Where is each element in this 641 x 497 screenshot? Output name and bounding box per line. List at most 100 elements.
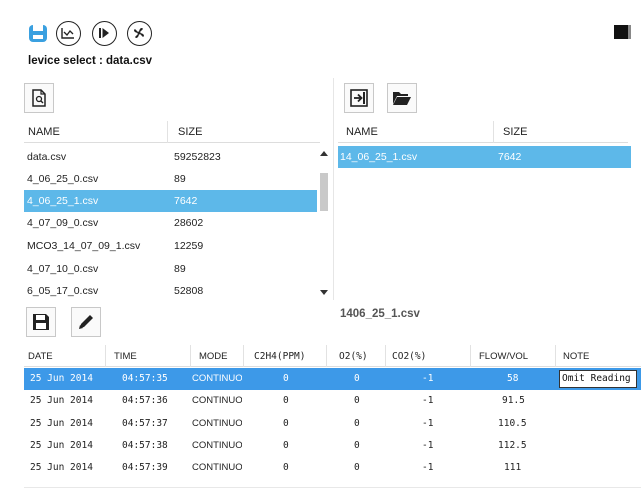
file-search-icon — [32, 89, 46, 107]
cell-o2: 0 — [354, 418, 360, 429]
file-name: 6_05_17_0.csv — [27, 285, 99, 297]
list-item-selected[interactable]: 4_06_25_1.csv 7642 — [24, 190, 317, 212]
column-header-size[interactable]: SIZE — [503, 126, 527, 138]
column-header-o2[interactable]: O2(%) — [339, 351, 368, 362]
cell-co2: -1 — [422, 440, 434, 451]
cell-time: 04:57:36 — [122, 395, 168, 406]
list-item[interactable]: 4_07_10_0.csv 89 — [24, 258, 317, 280]
window-control-icon[interactable] — [614, 25, 631, 39]
column-header-name[interactable]: NAME — [346, 126, 378, 138]
save-disk-icon[interactable] — [24, 20, 52, 46]
cell-co2: -1 — [422, 395, 434, 406]
column-header-note[interactable]: NOTE — [563, 351, 589, 362]
list-item[interactable]: 4_06_25_0.csv 89 — [24, 168, 317, 190]
import-button[interactable] — [344, 83, 374, 113]
file-name: 4_07_09_0.csv — [27, 217, 99, 229]
cell-mode: CONTINUOU — [192, 395, 242, 406]
scroll-down-arrow-icon[interactable] — [320, 290, 328, 295]
cell-o2: 0 — [354, 373, 360, 384]
app-window: levice select : data.csv NAME SIZE data.… — [0, 0, 641, 497]
file-size: 7642 — [498, 151, 522, 163]
table-row[interactable]: 25 Jun 2014 04:57:38 CONTINUOU 0 0 -1 11… — [24, 435, 641, 457]
cell-flow-vol: 111 — [504, 462, 522, 473]
column-header-time[interactable]: TIME — [114, 351, 137, 362]
table-row[interactable]: 25 Jun 2014 04:57:36 CONTINUOU 0 0 -1 91… — [24, 390, 641, 412]
cell-c2h4: 0 — [283, 395, 289, 406]
column-header-name[interactable]: NAME — [28, 126, 60, 138]
cell-mode: CONTINUOU — [192, 440, 242, 451]
file-name: 4_06_25_1.csv — [27, 195, 99, 207]
column-header-flow-vol[interactable]: FLOW/VOL — [479, 351, 528, 362]
right-file-list-header: NAME SIZE — [338, 121, 628, 143]
open-file-button[interactable] — [24, 83, 54, 113]
cell-date: 25 Jun 2014 — [30, 395, 93, 406]
list-item-selected[interactable]: 14_06_25_1.csv 7642 — [338, 146, 631, 168]
list-item[interactable]: 4_07_09_0.csv 28602 — [24, 212, 317, 234]
panel-divider — [333, 78, 334, 300]
file-size: 89 — [174, 263, 186, 275]
cell-co2: -1 — [422, 373, 434, 384]
cell-c2h4: 0 — [283, 462, 289, 473]
file-size: 12259 — [174, 240, 204, 252]
pencil-icon — [79, 315, 93, 329]
file-size: 28602 — [174, 217, 204, 229]
file-size: 59252823 — [174, 151, 221, 163]
folder-open-icon — [393, 92, 411, 105]
import-icon — [350, 89, 368, 107]
cell-time: 04:57:39 — [122, 462, 168, 473]
file-list-scrollbar[interactable] — [317, 146, 329, 302]
play-step-button[interactable] — [90, 20, 118, 46]
cell-mode: CONTINUOU — [192, 373, 242, 384]
list-item[interactable]: 6_05_17_0.csv 52808 — [24, 280, 317, 302]
save-button[interactable] — [26, 307, 56, 337]
cell-time: 04:57:37 — [122, 418, 168, 429]
file-name: 4_07_10_0.csv — [27, 263, 99, 275]
cell-date: 25 Jun 2014 — [30, 440, 93, 451]
fan-icon — [126, 20, 152, 46]
table-bottom-border — [24, 487, 641, 488]
cell-flow-vol: 91.5 — [502, 395, 525, 406]
current-file-label: 1406_25_1.csv — [340, 308, 420, 320]
list-item[interactable]: MCO3_14_07_09_1.csv 12259 — [24, 235, 317, 257]
cell-co2: -1 — [422, 462, 434, 473]
file-name: 14_06_25_1.csv — [340, 151, 418, 163]
cell-flow-vol: 110.5 — [498, 418, 527, 429]
column-header-size[interactable]: SIZE — [178, 126, 202, 138]
list-item[interactable]: data.csv 59252823 — [24, 146, 317, 168]
file-size: 7642 — [174, 195, 198, 207]
scrollbar-thumb[interactable] — [320, 173, 328, 211]
open-folder-button[interactable] — [387, 83, 417, 113]
file-name: MCO3_14_07_09_1.csv — [27, 240, 141, 252]
table-row-selected[interactable]: 25 Jun 2014 04:57:35 CONTINUOU 0 0 -1 58… — [24, 368, 641, 390]
cell-mode: CONTINUOU — [192, 418, 242, 429]
fan-button[interactable] — [125, 20, 153, 46]
cell-c2h4: 0 — [283, 440, 289, 451]
cell-c2h4: 0 — [283, 373, 289, 384]
device-select-label: levice select : data.csv — [28, 55, 153, 67]
cell-mode: CONTINUOU — [192, 462, 242, 473]
left-file-list-header: NAME SIZE — [24, 121, 320, 143]
column-header-c2h4[interactable]: C2H4(PPM) — [254, 351, 305, 362]
column-header-mode[interactable]: MODE — [199, 351, 228, 362]
column-header-co2[interactable]: CO2(%) — [392, 351, 426, 362]
table-row[interactable]: 25 Jun 2014 04:57:39 CONTINUOU 0 0 -1 11… — [24, 457, 641, 479]
chart-button[interactable] — [54, 20, 82, 46]
file-name: data.csv — [27, 151, 67, 163]
cell-c2h4: 0 — [283, 418, 289, 429]
cell-flow-vol: 58 — [507, 373, 519, 384]
cell-date: 25 Jun 2014 — [30, 462, 93, 473]
cell-co2: -1 — [422, 418, 434, 429]
note-input[interactable]: Omit Reading — [559, 370, 637, 388]
edit-button[interactable] — [71, 307, 101, 337]
column-header-date[interactable]: DATE — [28, 351, 53, 362]
cell-o2: 0 — [354, 462, 360, 473]
cell-date: 25 Jun 2014 — [30, 373, 93, 384]
scroll-up-arrow-icon[interactable] — [320, 151, 328, 156]
cell-o2: 0 — [354, 440, 360, 451]
table-row[interactable]: 25 Jun 2014 04:57:37 CONTINUOU 0 0 -1 11… — [24, 413, 641, 435]
cell-date: 25 Jun 2014 — [30, 418, 93, 429]
cell-o2: 0 — [354, 395, 360, 406]
cell-time: 04:57:38 — [122, 440, 168, 451]
data-table-header: DATE TIME MODE C2H4(PPM) O2(%) CO2(%) FL… — [24, 345, 641, 367]
floppy-disk-icon — [33, 314, 49, 330]
